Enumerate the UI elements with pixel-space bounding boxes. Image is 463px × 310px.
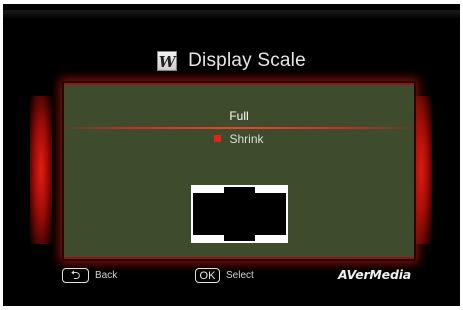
back-label: Back bbox=[95, 270, 118, 281]
header: W Display Scale bbox=[3, 46, 460, 76]
return-arrow-icon[interactable]: ⮌ bbox=[62, 268, 89, 283]
options-panel: Full Shrink bbox=[64, 83, 414, 259]
ok-key[interactable]: OK bbox=[195, 268, 220, 283]
left-glow bbox=[30, 96, 52, 244]
option-shrink-label: Shrink bbox=[229, 132, 264, 146]
bullet-icon bbox=[214, 135, 222, 142]
select-label: Select bbox=[226, 270, 254, 281]
option-shrink[interactable]: Shrink bbox=[64, 132, 414, 146]
preview-tall-area bbox=[224, 187, 255, 241]
footer-hints: ⮌ Back OK Select AVerMedia bbox=[3, 266, 460, 286]
top-divider bbox=[3, 10, 460, 18]
scale-preview-icon bbox=[191, 185, 288, 243]
option-full-label: Full bbox=[229, 109, 249, 123]
select-hint[interactable]: OK Select bbox=[195, 268, 254, 283]
tv-screen: W Display Scale Full Shrink ⮌ Back OK Se… bbox=[3, 4, 460, 306]
page-title: Display Scale bbox=[188, 50, 306, 71]
selection-highlight bbox=[64, 127, 414, 129]
brand-logo: AVerMedia bbox=[338, 267, 412, 282]
option-full[interactable]: Full bbox=[64, 109, 414, 123]
back-hint[interactable]: ⮌ Back bbox=[62, 268, 117, 283]
w-logo-icon: W bbox=[157, 51, 178, 71]
